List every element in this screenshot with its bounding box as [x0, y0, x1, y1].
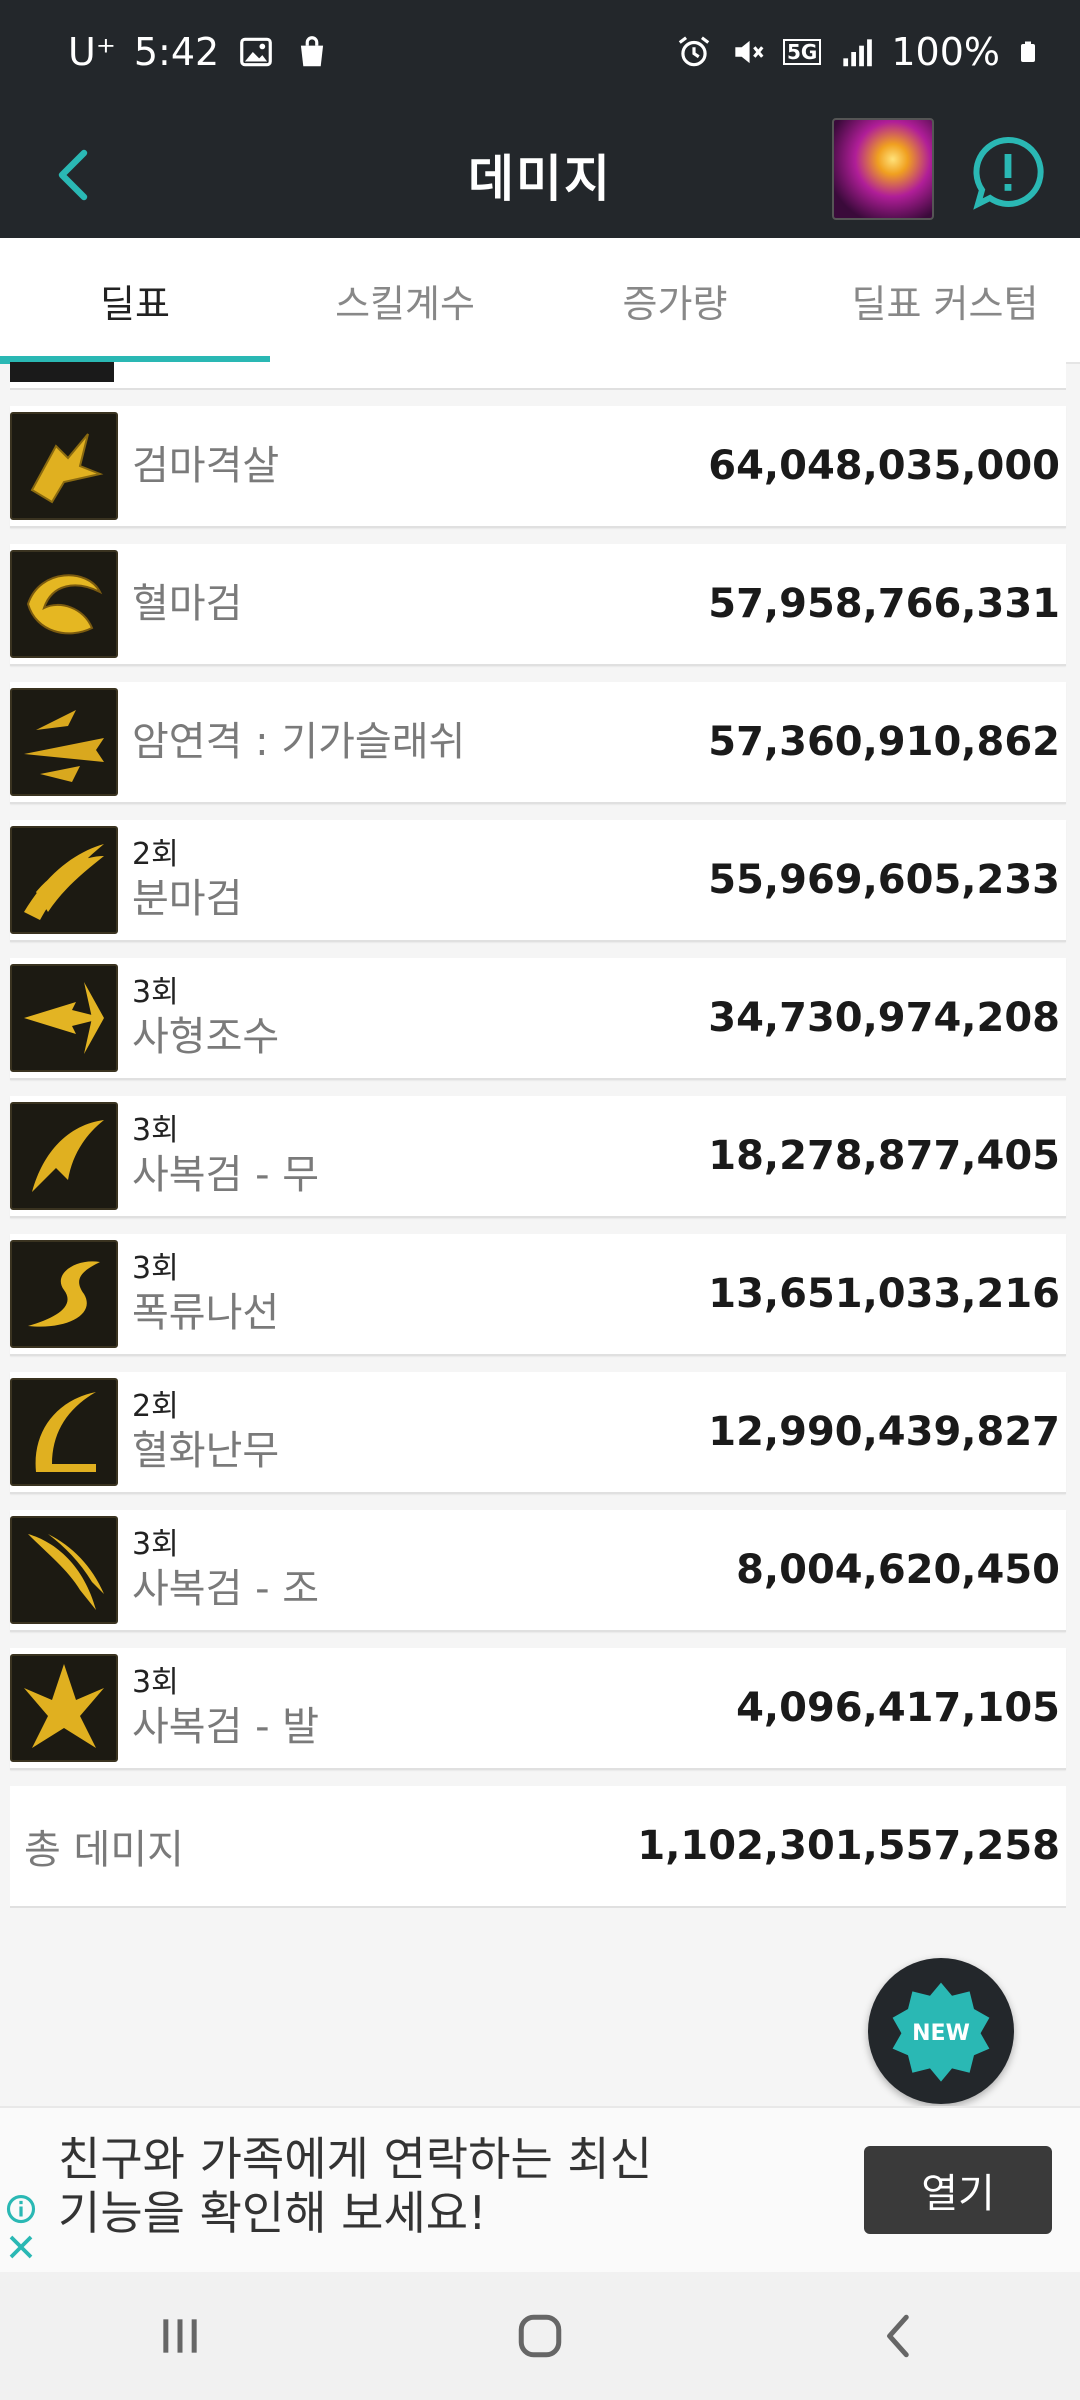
skill-icon [10, 964, 118, 1072]
skill-name: 혈마검 [132, 581, 243, 627]
ad-banner[interactable]: 친구와 가족에게 연락하는 최신 기능을 확인해 보세요! 열기 [0, 2106, 1080, 2274]
network-type: 5G [783, 39, 822, 65]
status-left: U⁺ 5:42 [68, 30, 331, 74]
skill-icon [10, 826, 118, 934]
tab-deal-table[interactable]: 딜표 [0, 238, 270, 364]
total-damage-value: 1,102,301,557,258 [637, 1823, 1060, 1869]
skill-damage: 4,096,417,105 [736, 1685, 1060, 1731]
battery-percent: 100% [891, 30, 1000, 74]
skill-row[interactable]: 검마격살 64,048,035,000 [10, 406, 1066, 528]
skill-name: 혈화난무 [132, 1428, 280, 1474]
skill-damage: 57,360,910,862 [708, 719, 1060, 765]
skill-name: 폭류나선 [132, 1290, 280, 1336]
status-right: 5G 100% [675, 30, 1040, 74]
tab-custom-deal-table[interactable]: 딜표 커스텀 [810, 238, 1080, 362]
hit-count: 3회 [132, 1665, 179, 1700]
total-damage-label: 총 데미지 [24, 1827, 184, 1873]
system-back-button[interactable] [840, 2296, 960, 2376]
hit-count: 3회 [132, 1251, 179, 1286]
skill-row[interactable]: 3회 사복검 - 발 4,096,417,105 [10, 1648, 1066, 1770]
skill-damage-list: 검마격살 64,048,035,000 혈마검 57,958,766,331 암… [10, 362, 1066, 1908]
skill-icon [10, 1102, 118, 1210]
back-icon [887, 2314, 909, 2358]
hit-count: 2회 [132, 837, 179, 872]
recent-apps-button[interactable] [120, 2296, 240, 2376]
character-avatar[interactable] [832, 118, 934, 220]
skill-row[interactable]: 2회 혈화난무 12,990,439,827 [10, 1372, 1066, 1494]
total-damage-row: 총 데미지 1,102,301,557,258 [10, 1786, 1066, 1908]
skill-damage: 8,004,620,450 [736, 1547, 1060, 1593]
skill-damage: 34,730,974,208 [708, 995, 1060, 1041]
ad-open-button[interactable]: 열기 [864, 2146, 1052, 2234]
skill-damage: 13,651,033,216 [708, 1271, 1060, 1317]
skill-damage: 12,990,439,827 [708, 1409, 1060, 1455]
skill-row[interactable]: 혈마검 57,958,766,331 [10, 544, 1066, 666]
list-item-partial [10, 362, 1066, 390]
hit-count: 3회 [132, 1113, 179, 1148]
home-icon [518, 2314, 562, 2358]
carrier-label: U⁺ [68, 30, 116, 74]
image-icon [240, 37, 273, 67]
skill-icon [10, 412, 118, 520]
ad-line-2: 기능을 확인해 보세요! [58, 2186, 487, 2240]
signal-icon [843, 39, 873, 67]
new-badge-icon: NEW [892, 1982, 990, 2082]
clock: 5:42 [133, 30, 220, 74]
skill-row[interactable]: 3회 사복검 - 조 8,004,620,450 [10, 1510, 1066, 1632]
skill-icon [10, 1240, 118, 1348]
skill-icon [10, 688, 118, 796]
skill-icon [10, 1654, 118, 1762]
hit-count: 3회 [132, 975, 179, 1010]
skill-name: 분마검 [132, 876, 243, 922]
skill-damage: 57,958,766,331 [708, 581, 1060, 627]
skill-name: 사복검 - 무 [132, 1152, 320, 1198]
mute-icon [735, 40, 764, 64]
skill-damage: 64,048,035,000 [708, 443, 1060, 489]
skill-name: 암연격 : 기가슬래쉬 [132, 719, 466, 765]
tab-bar: 딜표 스킬계수 증가량 딜표 커스텀 [0, 238, 1080, 364]
battery-icon [1021, 41, 1035, 62]
skill-row[interactable]: 3회 사복검 - 무 18,278,877,405 [10, 1096, 1066, 1218]
ad-text: 친구와 가족에게 연락하는 최신 기능을 확인해 보세요! [58, 2132, 698, 2240]
alarm-icon [678, 36, 710, 67]
skill-row[interactable]: 3회 폭류나선 13,651,033,216 [10, 1234, 1066, 1356]
skill-damage: 55,969,605,233 [708, 857, 1060, 903]
skill-name: 사복검 - 발 [132, 1704, 320, 1750]
skill-row[interactable]: 2회 분마검 55,969,605,233 [10, 820, 1066, 942]
ad-line-1: 친구와 가족에게 연락하는 최신 [58, 2132, 653, 2186]
app-bar: 데미지 [0, 112, 1080, 238]
skill-name: 검마격살 [132, 443, 280, 489]
fab-label: NEW [912, 2021, 970, 2046]
hit-count: 2회 [132, 1389, 179, 1424]
skill-name: 사복검 - 조 [132, 1566, 320, 1612]
skill-row[interactable]: 3회 사형조수 34,730,974,208 [10, 958, 1066, 1080]
system-nav-bar [0, 2272, 1080, 2400]
alert-chat-icon[interactable] [968, 132, 1048, 212]
shopping-bag-icon [301, 36, 324, 67]
skill-icon [10, 1516, 118, 1624]
tab-skill-coefficient[interactable]: 스킬계수 [270, 238, 540, 362]
skill-damage: 18,278,877,405 [708, 1133, 1060, 1179]
status-bar: U⁺ 5:42 5G 100% [0, 0, 1080, 112]
skill-name: 사형조수 [132, 1014, 280, 1060]
info-icon[interactable] [6, 2194, 36, 2224]
tab-increase[interactable]: 증가량 [540, 238, 810, 362]
close-icon[interactable] [6, 2232, 36, 2262]
home-button[interactable] [480, 2296, 600, 2376]
skill-icon [10, 550, 118, 658]
skill-row[interactable]: 암연격 : 기가슬래쉬 57,360,910,862 [10, 682, 1066, 804]
recent-apps-icon [163, 2319, 197, 2353]
new-fab-button[interactable]: NEW [868, 1958, 1014, 2104]
skill-icon [10, 1378, 118, 1486]
hit-count: 3회 [132, 1527, 179, 1562]
